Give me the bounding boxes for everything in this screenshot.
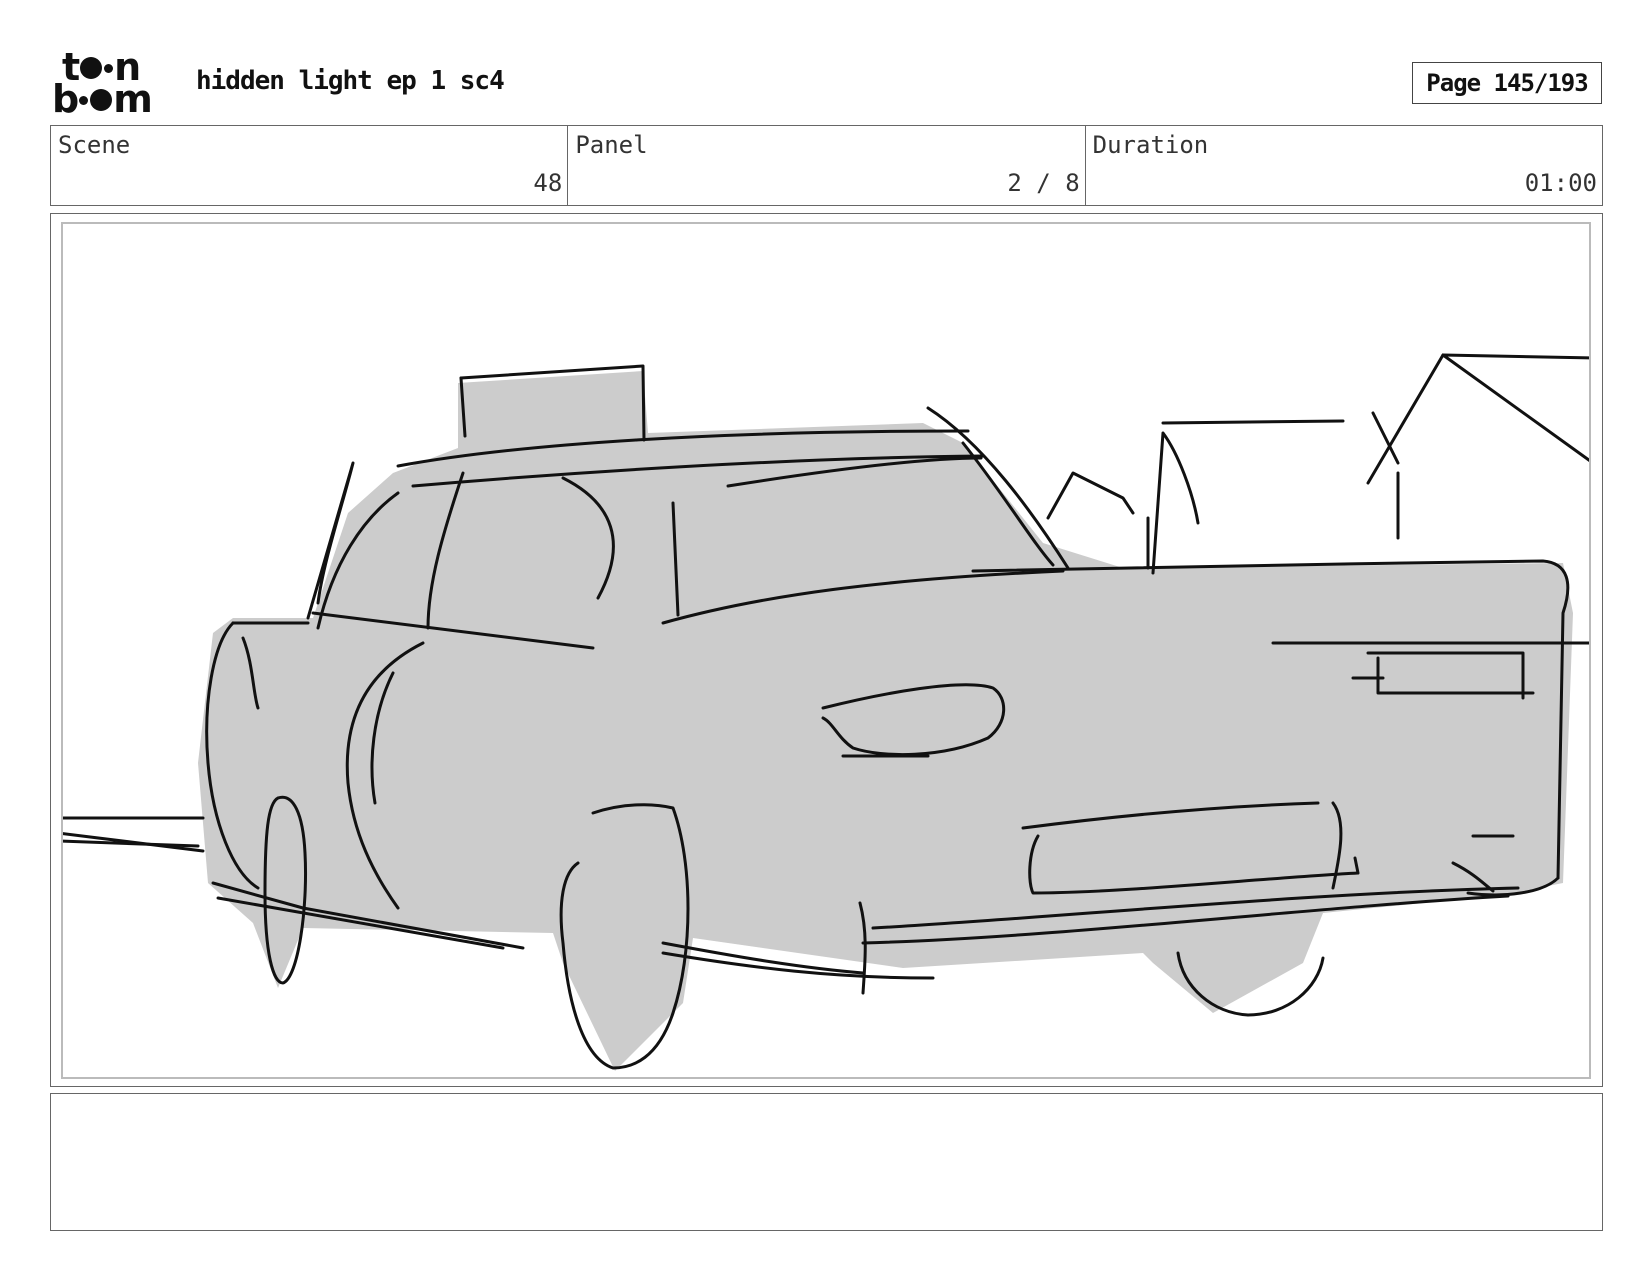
logo-dot xyxy=(79,96,89,105)
car-sketch xyxy=(63,353,1589,1071)
document-title: hidden light ep 1 sc4 xyxy=(196,66,505,96)
panel-info-row: Scene 48 Panel 2 / 8 Duration 01:00 xyxy=(50,125,1603,206)
panel-value: 2 / 8 xyxy=(1007,169,1080,197)
panel-notes-box xyxy=(50,1093,1603,1231)
scene-value: 48 xyxy=(533,169,563,197)
toon-boom-logo: t n b m xyxy=(52,48,172,121)
panel-cell: Panel 2 / 8 xyxy=(568,126,1086,205)
duration-cell: Duration 01:00 xyxy=(1086,126,1602,205)
car-fill xyxy=(198,371,1573,1071)
logo-dot xyxy=(80,57,103,79)
logo-dot xyxy=(104,64,114,73)
page-indicator: Page 145/193 xyxy=(1412,62,1602,104)
logo-dot xyxy=(90,89,113,111)
duration-value: 01:00 xyxy=(1524,169,1597,197)
duration-label: Duration xyxy=(1092,131,1209,159)
logo-letter-b: b xyxy=(52,77,79,121)
storyboard-panel-image xyxy=(61,222,1591,1079)
scene-cell: Scene 48 xyxy=(51,126,569,205)
storyboard-panel-frame xyxy=(50,213,1603,1087)
scene-label: Scene xyxy=(58,131,131,159)
panel-label: Panel xyxy=(575,131,648,159)
logo-letter-m: m xyxy=(113,77,153,121)
